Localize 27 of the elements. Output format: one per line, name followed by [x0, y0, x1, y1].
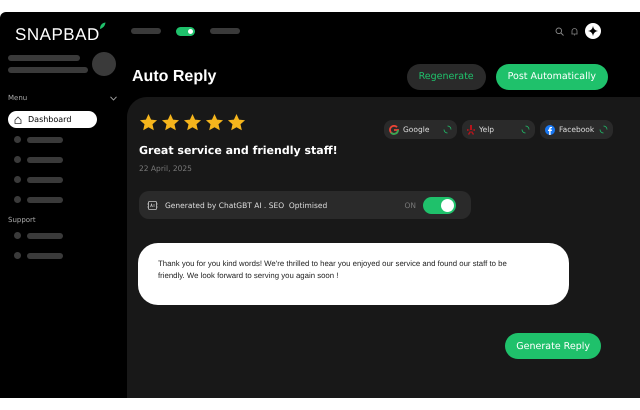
regenerate-button[interactable]: Regenerate [406, 64, 486, 90]
nav-placeholder[interactable] [210, 28, 240, 34]
nav-placeholder[interactable] [131, 28, 161, 34]
review-title: Great service and friendly staff! [139, 144, 339, 157]
page-title: Auto Reply [132, 68, 216, 86]
google-icon [389, 124, 399, 134]
chevron-icon[interactable] [110, 96, 117, 100]
yelp-icon [467, 124, 475, 134]
star-icon [205, 113, 224, 132]
loading-icon [443, 125, 452, 134]
dashboard-item[interactable]: Dashboard [8, 111, 97, 128]
star-icon [183, 113, 202, 132]
facebook-icon [545, 124, 555, 134]
logo: SNAPBAD [8, 26, 100, 44]
bell-icon[interactable] [570, 26, 579, 36]
ai-chip-icon [147, 200, 158, 210]
seo-toggle[interactable] [423, 196, 456, 214]
loading-icon [521, 125, 530, 134]
star-icon [227, 113, 246, 132]
avatar-icon[interactable] [585, 23, 601, 39]
nav-toggle[interactable] [176, 26, 195, 36]
star-icon [161, 113, 180, 132]
leaf-icon [98, 22, 106, 30]
home-icon [14, 116, 22, 124]
star-icon [139, 113, 158, 132]
search-icon[interactable] [555, 26, 564, 36]
loading-icon [599, 125, 608, 134]
